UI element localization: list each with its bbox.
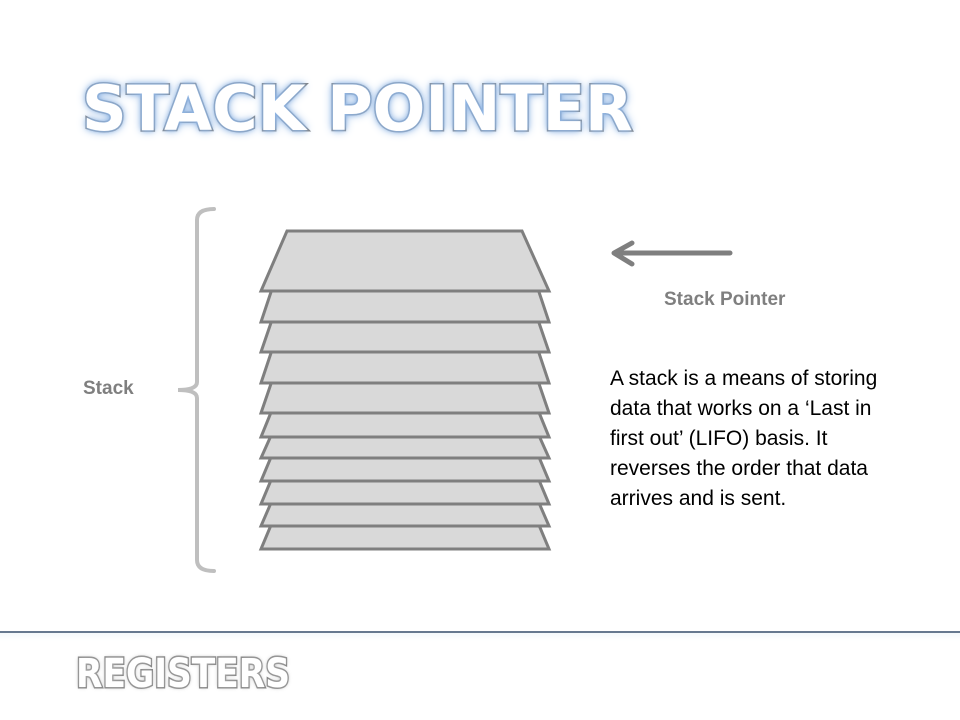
description-text: A stack is a means of storing data that …: [610, 367, 878, 510]
stack-diagram: [177, 207, 733, 573]
stack-layers: [258, 229, 552, 551]
footer-divider-shade: [0, 633, 960, 641]
stack-label: Stack: [83, 378, 134, 399]
stack-brace: [177, 207, 216, 573]
stack-layer-top: [258, 229, 552, 293]
stack-pointer-label: Stack Pointer: [664, 289, 786, 310]
footer-title: REGISTERS: [75, 651, 292, 697]
stack-pointer-arrow: [611, 240, 733, 267]
